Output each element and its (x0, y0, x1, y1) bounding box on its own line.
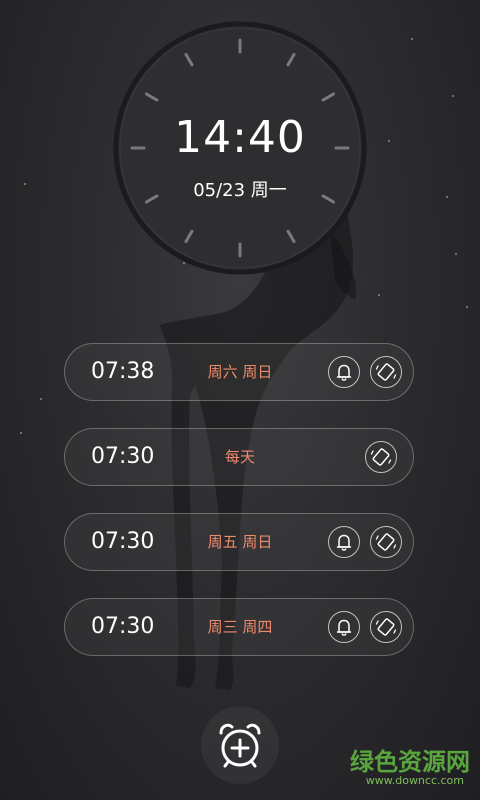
clock-time: 14:40 (174, 112, 306, 163)
vibrate-icon[interactable] (370, 526, 402, 558)
alarm-time: 07:30 (91, 614, 155, 639)
bell-icon[interactable] (328, 611, 360, 643)
alarm-clock-add-icon (219, 723, 261, 768)
alarm-time: 07:30 (91, 529, 155, 554)
alarm-repeat-days: 周六 周日 (207, 363, 273, 381)
alarm-repeat-days: 每天 (224, 448, 255, 466)
site-watermark: 绿色资源网 www.downcc.com (340, 742, 470, 792)
vibrate-icon[interactable] (370, 356, 402, 388)
alarm-item[interactable]: 07:38 周六 周日 (64, 343, 414, 401)
alarm-item[interactable]: 07:30 每天 (64, 428, 414, 486)
analog-clock: 14:40 05/23 周一 (112, 20, 368, 276)
clock-date: 05/23 周一 (193, 180, 287, 201)
watermark-url: www.downcc.com (365, 774, 464, 787)
alarm-item[interactable]: 07:30 周三 周四 (64, 598, 414, 656)
bell-icon[interactable] (328, 526, 360, 558)
vibrate-icon[interactable] (365, 441, 397, 473)
alarm-item[interactable]: 07:30 周五 周日 (64, 513, 414, 571)
alarm-repeat-days: 周三 周四 (207, 618, 273, 636)
bell-icon[interactable] (328, 356, 360, 388)
watermark-title: 绿色资源网 (350, 748, 470, 776)
vibrate-icon[interactable] (370, 611, 402, 643)
add-alarm-button[interactable] (201, 706, 279, 784)
alarm-repeat-days: 周五 周日 (207, 533, 273, 551)
alarm-time: 07:30 (91, 444, 155, 469)
alarm-time: 07:38 (91, 359, 155, 384)
